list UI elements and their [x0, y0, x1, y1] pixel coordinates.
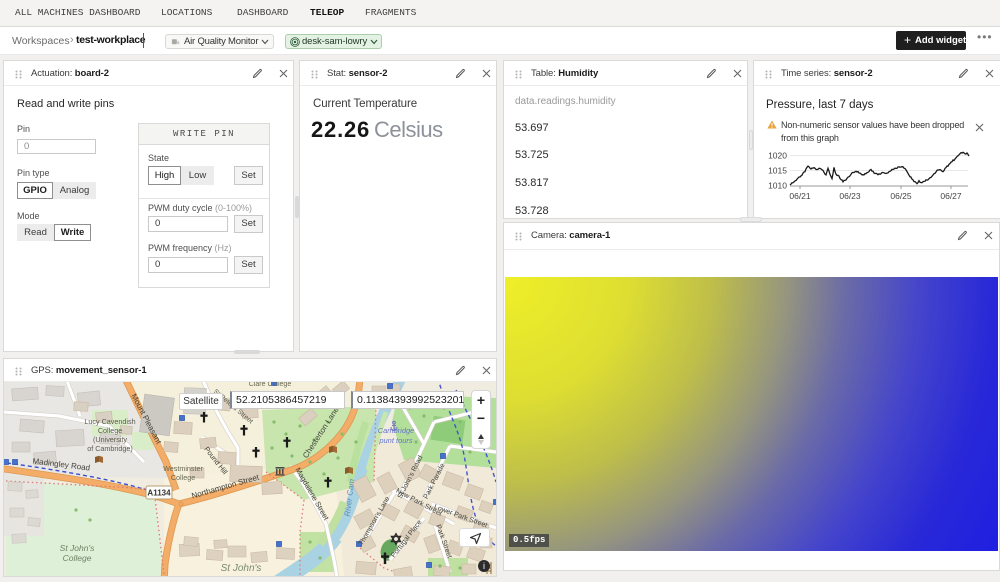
svg-text:1015: 1015: [768, 166, 787, 176]
svg-text:(University: (University: [93, 435, 127, 444]
svg-text:06/27: 06/27: [940, 191, 962, 201]
svg-text:1010: 1010: [768, 181, 787, 191]
svg-text:Lucy Cavendish: Lucy Cavendish: [84, 417, 135, 426]
svg-text:punt tours: punt tours: [378, 436, 413, 445]
svg-text:St John's: St John's: [60, 543, 95, 553]
svg-text:St John's: St John's: [221, 563, 262, 574]
svg-text:of Cambridge): of Cambridge): [87, 444, 133, 453]
svg-text:College: College: [171, 473, 195, 482]
svg-text:College: College: [98, 426, 122, 435]
svg-text:06/25: 06/25: [890, 191, 912, 201]
svg-text:A1134: A1134: [147, 489, 171, 498]
svg-text:1020: 1020: [768, 151, 787, 161]
svg-text:06/21: 06/21: [789, 191, 811, 201]
svg-text:Cambridge: Cambridge: [378, 426, 415, 435]
svg-text:College: College: [63, 553, 92, 563]
svg-text:Westminster: Westminster: [163, 464, 203, 473]
svg-text:Clare College: Clare College: [249, 382, 292, 388]
svg-text:06/23: 06/23: [839, 191, 861, 201]
